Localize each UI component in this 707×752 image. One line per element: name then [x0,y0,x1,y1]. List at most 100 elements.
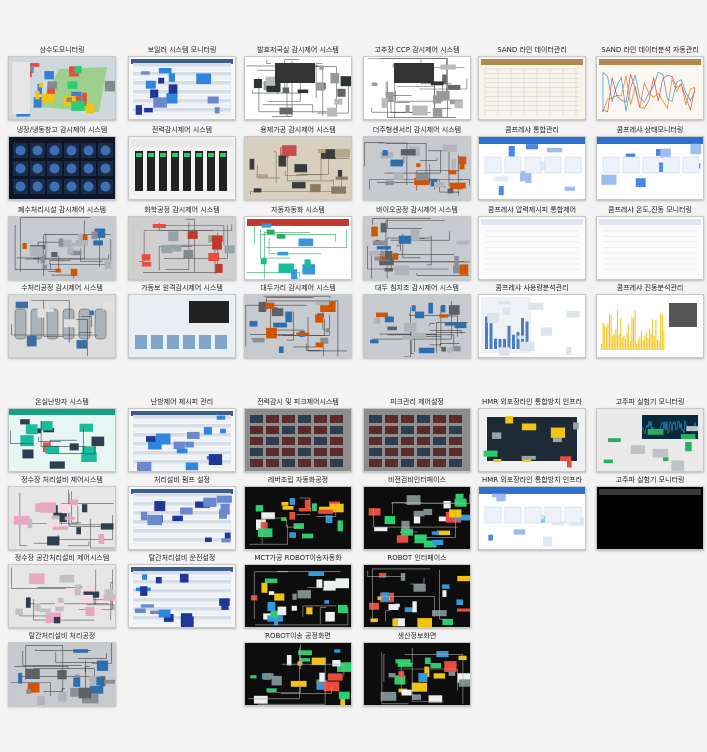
portfolio-tile[interactable]: 고주파 실험기 모니터링 [596,396,704,472]
screenshot-thumbnail[interactable] [128,216,236,280]
tile-title: 온실난방자 시스템 [35,398,89,406]
portfolio-tile[interactable]: 대두가리 감시제어 시스템 [244,282,352,358]
screenshot-thumbnail[interactable] [244,408,352,472]
portfolio-tile[interactable]: 보일러 시스템 모니터링 [128,44,236,120]
tile-title: 가동보 원격감시제어 시스템 [141,284,223,292]
portfolio-tile[interactable]: 고추장 CCP 감시제어 시스템 [363,44,471,120]
screenshot-thumbnail[interactable] [8,56,116,120]
portfolio-tile[interactable]: 폐수처리시설 감시제어 시스템 [8,204,116,280]
portfolio-tile[interactable]: SAND 라인 데이터관리 [478,44,586,120]
screenshot-thumbnail[interactable] [8,294,116,358]
screenshot-thumbnail[interactable] [244,294,352,358]
screenshot-thumbnail[interactable] [244,216,352,280]
screenshot-thumbnail[interactable] [596,136,704,200]
screenshot-thumbnail[interactable] [244,486,352,550]
portfolio-tile[interactable]: 수처리공정 감시제어 시스템 [8,282,116,358]
screenshot-thumbnail[interactable] [363,642,471,706]
screenshot-thumbnail[interactable] [244,56,352,120]
screenshot-thumbnail[interactable] [478,56,586,120]
tile-title: 보일러 시스템 모니터링 [147,46,217,54]
portfolio-tile[interactable]: ROBOT이송 공정화면 [244,630,352,706]
portfolio-tile[interactable]: 콤프레샤 진동분석관리 [596,282,704,358]
tile-title: 비전검비인터페이스 [388,476,446,484]
portfolio-tile[interactable]: 온실난방자 시스템 [8,396,116,472]
portfolio-tile[interactable]: 전력감시제어 시스템 [128,124,236,200]
screenshot-thumbnail[interactable] [478,216,586,280]
screenshot-thumbnail[interactable] [128,136,236,200]
portfolio-tile[interactable]: 레버조립 자동화공정 [244,474,352,550]
screenshot-thumbnail[interactable] [244,136,352,200]
tile-title: 발효저국실 감시제어 시스템 [257,46,339,54]
tile-title: 더주형센서리 감시제어 시스템 [372,126,462,134]
portfolio-tile[interactable]: 발효저국실 감시제어 시스템 [244,44,352,120]
tile-title: ROBOT 인터페이스 [387,554,447,562]
portfolio-tile[interactable]: 바이오공정 감시제어 시스템 [363,204,471,280]
screenshot-thumbnail[interactable] [8,564,116,628]
tile-title: 자동자동화 시스템 [271,206,325,214]
screenshot-thumbnail[interactable] [8,136,116,200]
portfolio-tile[interactable]: 정수장 공간처리설비 제어시스템 [8,552,116,628]
portfolio-tile[interactable]: 콤프레샤 온도,진동 모니터링 [596,204,704,280]
portfolio-tile[interactable]: 콤프레샤 상태모니터링 [596,124,704,200]
tile-title: 고주파 실험기 모니터링 [615,476,685,484]
portfolio-tile[interactable]: 용제가공 감시제어 시스템 [244,124,352,200]
screenshot-thumbnail[interactable] [8,642,116,706]
portfolio-tile[interactable]: 생산정보화면 [363,630,471,706]
portfolio-tile[interactable]: 처리설비 펌프 설정 [128,474,236,550]
screenshot-thumbnail[interactable] [128,408,236,472]
tile-title: 전력감시제어 시스템 [151,126,213,134]
portfolio-tile[interactable]: ROBOT 인터페이스 [363,552,471,628]
screenshot-thumbnail[interactable] [363,136,471,200]
portfolio-tile[interactable]: 탈간처리설비 처리공정 [8,630,116,706]
screenshot-thumbnail[interactable] [244,642,352,706]
portfolio-tile[interactable]: 탈간처리설비 운전설정 [128,552,236,628]
screenshot-thumbnail[interactable] [596,294,704,358]
screenshot-thumbnail[interactable] [8,408,116,472]
screenshot-thumbnail[interactable] [8,216,116,280]
portfolio-tile[interactable]: 고주파 실험기 모니터링 [596,474,704,550]
tile-title: 냉장/냉동창고 감시제어 시스템 [16,126,108,134]
portfolio-tile[interactable]: MCT가공 ROBOT이송자동화 [244,552,352,628]
portfolio-tile[interactable]: HMR 외포장라인 통합방치 인프라 [478,396,586,472]
portfolio-tile[interactable]: 자동자동화 시스템 [244,204,352,280]
portfolio-tile[interactable]: 콤프레샤 사용량분석관리 [478,282,586,358]
portfolio-tile[interactable]: SAND 라인 데이터분석 자동관리 [596,44,704,120]
tile-title: HMR 외포장라인 통합방치 인프라 [481,476,583,484]
screenshot-thumbnail[interactable] [128,564,236,628]
screenshot-thumbnail[interactable] [596,216,704,280]
screenshot-thumbnail[interactable] [128,56,236,120]
screenshot-thumbnail[interactable] [363,294,471,358]
screenshot-thumbnail[interactable] [363,216,471,280]
portfolio-tile[interactable]: 냉장/냉동창고 감시제어 시스템 [8,124,116,200]
portfolio-tile[interactable]: 가동보 원격감시제어 시스템 [128,282,236,358]
portfolio-tile[interactable]: 정수장 처리설비 제어시스템 [8,474,116,550]
screenshot-thumbnail[interactable] [478,486,586,550]
tile-title: MCT가공 ROBOT이송자동화 [254,554,342,562]
tile-title: 생산정보화면 [397,632,437,640]
portfolio-tile[interactable]: HMR 외포장라인 통합방치 인프라 [478,474,586,550]
screenshot-thumbnail[interactable] [8,486,116,550]
screenshot-thumbnail[interactable] [363,486,471,550]
portfolio-tile[interactable]: 전력감시 및 피크제어시스템 [244,396,352,472]
portfolio-tile[interactable]: 상수도모니터링 [8,44,116,120]
portfolio-tile[interactable]: 콤프레샤 압력제시피 통합제어 [478,204,586,280]
portfolio-tile[interactable]: 더주형센서리 감시제어 시스템 [363,124,471,200]
portfolio-tile[interactable]: 피크관리 제어설정 [363,396,471,472]
portfolio-tile[interactable]: 대두 침지조 감시제어 시스템 [363,282,471,358]
screenshot-thumbnail[interactable] [128,486,236,550]
screenshot-thumbnail[interactable] [128,294,236,358]
screenshot-thumbnail[interactable] [244,564,352,628]
screenshot-thumbnail[interactable] [363,408,471,472]
screenshot-thumbnail[interactable] [478,408,586,472]
portfolio-tile[interactable]: 화학공정 감시제어 시스템 [128,204,236,280]
screenshot-thumbnail[interactable] [596,56,704,120]
portfolio-tile[interactable]: 비전검비인터페이스 [363,474,471,550]
screenshot-thumbnail[interactable] [478,294,586,358]
portfolio-tile[interactable]: 난방제어 제시피 관리 [128,396,236,472]
portfolio-tile[interactable]: 콤프레샤 통합관리 [478,124,586,200]
screenshot-thumbnail[interactable] [363,564,471,628]
screenshot-thumbnail[interactable] [596,408,704,472]
screenshot-thumbnail[interactable] [363,56,471,120]
screenshot-thumbnail[interactable] [478,136,586,200]
screenshot-thumbnail[interactable] [596,486,704,550]
